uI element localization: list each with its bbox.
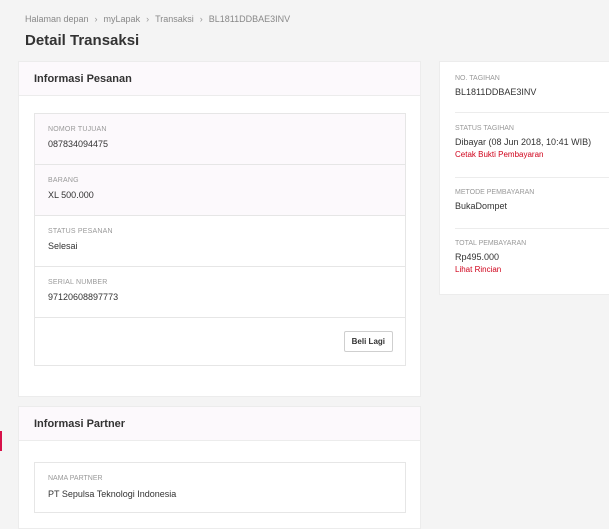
order-info-title: Informasi Pesanan bbox=[19, 62, 420, 96]
order-row-destination: NOMOR TUJUAN 087834094475 bbox=[35, 114, 405, 165]
order-actions: Beli Lagi bbox=[35, 318, 405, 365]
print-receipt-link[interactable]: Cetak Bukti Pembayaran bbox=[455, 150, 591, 159]
page-title: Detail Transaksi bbox=[25, 32, 140, 49]
divider bbox=[455, 228, 609, 229]
order-row-item: BARANG XL 500.000 bbox=[35, 165, 405, 216]
breadcrumb-chevron-icon: › bbox=[94, 14, 98, 24]
invoice-label: NO. TAGIHAN bbox=[455, 75, 500, 82]
buy-again-button[interactable]: Beli Lagi bbox=[343, 331, 393, 352]
total-value: Rp495.000 bbox=[455, 252, 500, 262]
status-value: Dibayar (08 Jun 2018, 10:41 WIB) bbox=[455, 137, 592, 147]
invoice-block: NO. TAGIHAN BL1811DDBAE3INV bbox=[455, 75, 536, 97]
breadcrumb-mylapak[interactable]: myLapak bbox=[104, 14, 141, 24]
payment-method-block: METODE PEMBAYARAN BukaDompet bbox=[455, 189, 534, 211]
partner-detail: NAMA PARTNER PT Sepulsa Teknologi Indone… bbox=[34, 462, 406, 513]
method-value: BukaDompet bbox=[455, 201, 508, 211]
total-block: TOTAL PEMBAYARAN Rp495.000 Lihat Rincian bbox=[455, 240, 526, 274]
order-detail-list: NOMOR TUJUAN 087834094475 BARANG XL 500.… bbox=[34, 113, 406, 366]
partner-info-card: Informasi Partner NAMA PARTNER PT Sepuls… bbox=[18, 406, 421, 529]
breadcrumb-chevron-icon: › bbox=[146, 14, 150, 24]
divider bbox=[455, 177, 609, 178]
divider bbox=[455, 112, 609, 113]
field-value: XL 500.000 bbox=[48, 190, 94, 200]
field-label: NOMOR TUJUAN bbox=[48, 126, 107, 133]
field-value: Selesai bbox=[48, 241, 78, 251]
field-value: PT Sepulsa Teknologi Indonesia bbox=[48, 489, 177, 499]
status-label: STATUS TAGIHAN bbox=[455, 125, 514, 132]
field-label: SERIAL NUMBER bbox=[48, 279, 108, 286]
partner-info-title: Informasi Partner bbox=[19, 407, 420, 441]
field-label: NAMA PARTNER bbox=[48, 475, 103, 482]
side-accent-marker bbox=[0, 431, 2, 451]
view-details-link[interactable]: Lihat Rincian bbox=[455, 265, 526, 274]
method-label: METODE PEMBAYARAN bbox=[455, 189, 535, 196]
total-label: TOTAL PEMBAYARAN bbox=[455, 240, 527, 247]
field-label: BARANG bbox=[48, 177, 79, 184]
breadcrumb-home[interactable]: Halaman depan bbox=[25, 14, 89, 24]
invoice-status-block: STATUS TAGIHAN Dibayar (08 Jun 2018, 10:… bbox=[455, 125, 591, 159]
breadcrumb-current: BL1811DDBAE3INV bbox=[208, 14, 291, 24]
breadcrumb-transaksi[interactable]: Transaksi bbox=[155, 14, 194, 24]
order-row-serial: SERIAL NUMBER 97120608897773 bbox=[35, 267, 405, 318]
payment-summary-card: NO. TAGIHAN BL1811DDBAE3INV STATUS TAGIH… bbox=[439, 61, 609, 295]
field-value: 087834094475 bbox=[48, 139, 109, 149]
invoice-value: BL1811DDBAE3INV bbox=[455, 87, 537, 97]
order-info-card: Informasi Pesanan NOMOR TUJUAN 087834094… bbox=[18, 61, 421, 397]
breadcrumb-chevron-icon: › bbox=[199, 14, 203, 24]
order-row-status: STATUS PESANAN Selesai bbox=[35, 216, 405, 267]
field-label: STATUS PESANAN bbox=[48, 228, 113, 235]
field-value: 97120608897773 bbox=[48, 292, 119, 302]
breadcrumb: Halaman depan › myLapak › Transaksi › BL… bbox=[25, 14, 290, 24]
